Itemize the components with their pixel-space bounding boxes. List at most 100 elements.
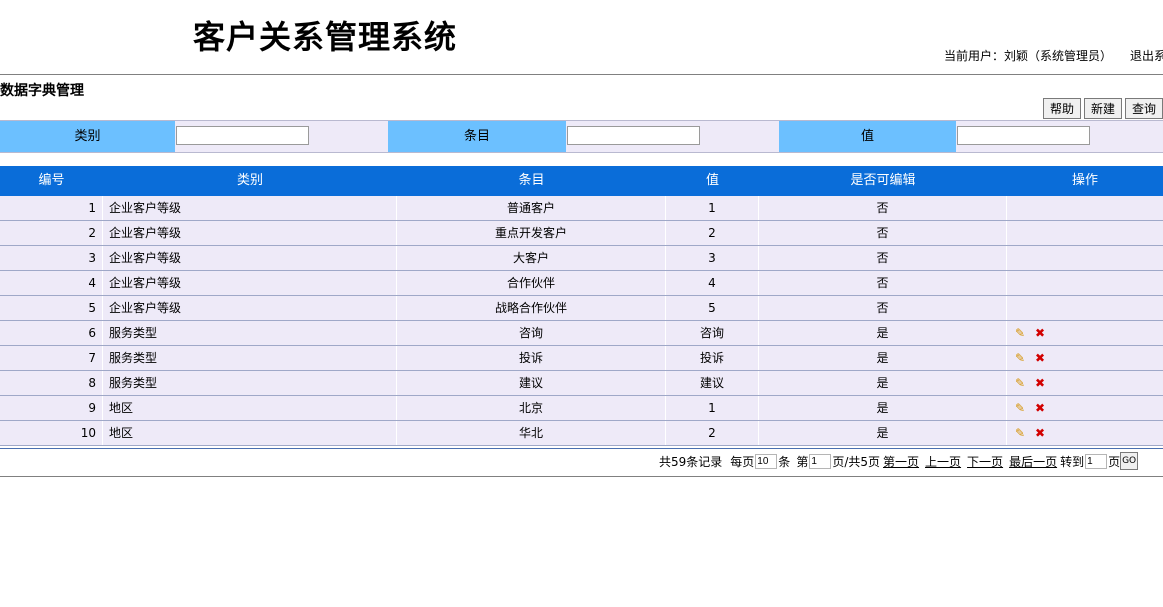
cell-id: 6 bbox=[0, 321, 103, 345]
cell-id: 8 bbox=[0, 371, 103, 395]
goto-unit: 页 bbox=[1108, 454, 1121, 469]
delete-icon[interactable]: ✖ bbox=[1035, 396, 1049, 420]
cell-type: 服务类型 bbox=[103, 371, 397, 395]
table-row: 4 企业客户等级 合作伙伴 4 否 bbox=[0, 271, 1163, 296]
cell-value: 2 bbox=[666, 421, 759, 445]
page-title: 数据字典管理 bbox=[0, 83, 84, 99]
cell-ops bbox=[1007, 196, 1163, 220]
cell-item: 普通客户 bbox=[397, 196, 666, 220]
next-page-link[interactable]: 下一页 bbox=[967, 453, 1003, 470]
cell-editable: 是 bbox=[759, 346, 1007, 370]
header-divider bbox=[0, 74, 1163, 75]
cell-editable: 否 bbox=[759, 296, 1007, 320]
per-page-unit: 条 bbox=[778, 454, 791, 469]
table-row: 1 企业客户等级 普通客户 1 否 bbox=[0, 196, 1163, 221]
cell-ops: ✎ ✖ bbox=[1007, 421, 1163, 445]
cell-item: 大客户 bbox=[397, 246, 666, 270]
edit-icon[interactable]: ✎ bbox=[1015, 396, 1029, 420]
delete-icon[interactable]: ✖ bbox=[1035, 371, 1049, 395]
per-page-input[interactable] bbox=[755, 453, 778, 469]
prev-page-link[interactable]: 上一页 bbox=[925, 453, 961, 470]
cell-value: 1 bbox=[666, 196, 759, 220]
delete-icon[interactable]: ✖ bbox=[1035, 421, 1049, 445]
query-button[interactable]: 查询 bbox=[1124, 98, 1163, 119]
cell-type: 企业客户等级 bbox=[103, 221, 397, 245]
toolbar: 帮助 新建 查询 bbox=[1042, 98, 1163, 119]
cell-id: 7 bbox=[0, 346, 103, 370]
type-input[interactable] bbox=[176, 126, 309, 145]
current-user-label: 当前用户：刘颖（系统管理员） bbox=[944, 49, 1113, 63]
cell-item: 战略合作伙伴 bbox=[397, 296, 666, 320]
edit-icon[interactable]: ✎ bbox=[1015, 421, 1029, 445]
cell-item: 北京 bbox=[397, 396, 666, 420]
header-type: 类别 bbox=[236, 173, 263, 188]
header: 客户关系管理系统 当前用户：刘颖（系统管理员） 退出系 bbox=[0, 0, 1163, 74]
cell-id: 3 bbox=[0, 246, 103, 270]
goto-input[interactable] bbox=[1085, 453, 1108, 469]
type-label: 类别 bbox=[0, 121, 175, 152]
item-input[interactable] bbox=[567, 126, 700, 145]
cell-ops bbox=[1007, 271, 1163, 295]
value-label: 值 bbox=[779, 121, 956, 152]
cell-item: 华北 bbox=[397, 421, 666, 445]
table-body: 1 企业客户等级 普通客户 1 否 2 企业客户等级 重点开发客户 2 否 3 企业客户等级 大客户 3 否… bbox=[0, 196, 1163, 446]
table-row: 7 服务类型 投诉 投诉是 ✎ ✖ bbox=[0, 346, 1163, 371]
app-title: 客户关系管理系统 bbox=[193, 18, 458, 56]
table-header: 编号 类别 条目 值 是否可编辑 操作 bbox=[0, 166, 1163, 196]
cell-value: 投诉 bbox=[666, 346, 759, 370]
go-button[interactable]: GO bbox=[1120, 452, 1139, 470]
cell-id: 1 bbox=[0, 196, 103, 220]
cell-type: 服务类型 bbox=[103, 346, 397, 370]
cell-editable: 否 bbox=[759, 246, 1007, 270]
table-row: 10 地区 华北 2 是 ✎ ✖ bbox=[0, 421, 1163, 446]
item-label: 条目 bbox=[388, 121, 566, 152]
cell-value: 5 bbox=[666, 296, 759, 320]
first-page-link[interactable]: 第一页 bbox=[883, 453, 919, 470]
new-button[interactable]: 新建 bbox=[1083, 98, 1122, 119]
edit-icon[interactable]: ✎ bbox=[1015, 321, 1029, 345]
header-value: 值 bbox=[705, 173, 719, 188]
cell-value: 咨询 bbox=[666, 321, 759, 345]
header-id: 编号 bbox=[38, 173, 65, 188]
cell-value: 3 bbox=[666, 246, 759, 270]
pager-divider bbox=[0, 476, 1163, 477]
cell-editable: 否 bbox=[759, 271, 1007, 295]
cell-editable: 是 bbox=[759, 321, 1007, 345]
page-label: 第 bbox=[796, 454, 809, 469]
table-row: 5 企业客户等级 战略合作伙伴 5 否 bbox=[0, 296, 1163, 321]
cell-id: 10 bbox=[0, 421, 103, 445]
delete-icon[interactable]: ✖ bbox=[1035, 321, 1049, 345]
help-button[interactable]: 帮助 bbox=[1042, 98, 1081, 119]
cell-value: 4 bbox=[666, 271, 759, 295]
cell-id: 5 bbox=[0, 296, 103, 320]
cell-value: 建议 bbox=[666, 371, 759, 395]
logout-link[interactable]: 退出系 bbox=[1130, 47, 1163, 64]
cell-ops bbox=[1007, 296, 1163, 320]
header-ops: 操作 bbox=[1071, 173, 1098, 188]
cell-id: 2 bbox=[0, 221, 103, 245]
cell-type: 企业客户等级 bbox=[103, 196, 397, 220]
cell-ops: ✎ ✖ bbox=[1007, 321, 1163, 345]
value-input[interactable] bbox=[957, 126, 1090, 145]
per-page-label: 每页 bbox=[730, 454, 755, 469]
page-input[interactable] bbox=[809, 453, 832, 469]
cell-item: 建议 bbox=[397, 371, 666, 395]
delete-icon[interactable]: ✖ bbox=[1035, 346, 1049, 370]
cell-type: 服务类型 bbox=[103, 321, 397, 345]
table-row: 3 企业客户等级 大客户 3 否 bbox=[0, 246, 1163, 271]
table-bottom-border bbox=[0, 448, 1163, 449]
edit-icon[interactable]: ✎ bbox=[1015, 371, 1029, 395]
cell-ops: ✎ ✖ bbox=[1007, 396, 1163, 420]
page-total: 页/共5页 bbox=[832, 454, 881, 469]
cell-value: 1 bbox=[666, 396, 759, 420]
edit-icon[interactable]: ✎ bbox=[1015, 346, 1029, 370]
cell-ops bbox=[1007, 246, 1163, 270]
cell-item: 重点开发客户 bbox=[397, 221, 666, 245]
cell-editable: 否 bbox=[759, 221, 1007, 245]
cell-item: 合作伙伴 bbox=[397, 271, 666, 295]
cell-editable: 是 bbox=[759, 396, 1007, 420]
last-page-link[interactable]: 最后一页 bbox=[1009, 453, 1057, 470]
cell-ops: ✎ ✖ bbox=[1007, 346, 1163, 370]
cell-editable: 是 bbox=[759, 421, 1007, 445]
table-row: 9 地区 北京 1 是 ✎ ✖ bbox=[0, 396, 1163, 421]
